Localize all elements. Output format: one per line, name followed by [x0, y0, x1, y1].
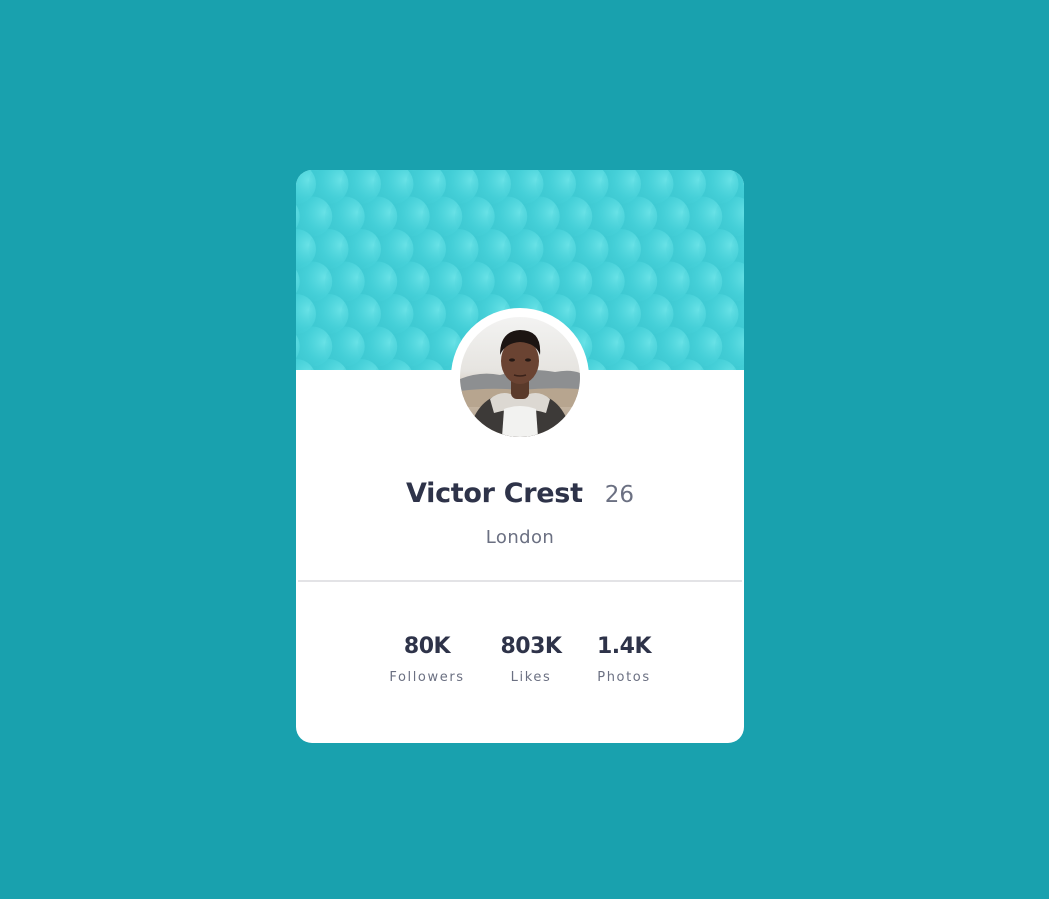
avatar-frame [451, 308, 589, 446]
divider [298, 580, 742, 582]
profile-age: 26 [604, 482, 634, 508]
stat-followers: 80K Followers [367, 632, 487, 686]
profile-name: Victor Crest [406, 478, 583, 509]
stat-photos: 1.4K Photos [564, 632, 684, 686]
identity-line: Victor Crest 26 [296, 478, 744, 509]
avatar [460, 317, 580, 437]
stat-followers-value: 80K [403, 634, 451, 659]
profile-city: London [485, 527, 555, 548]
stat-photos-label: Photos [597, 670, 651, 685]
stat-photos-value: 1.4K [596, 634, 652, 659]
stat-followers-label: Followers [389, 670, 465, 685]
profile-card: Victor Crest 26 London 80K Followers 803K… [296, 170, 744, 743]
